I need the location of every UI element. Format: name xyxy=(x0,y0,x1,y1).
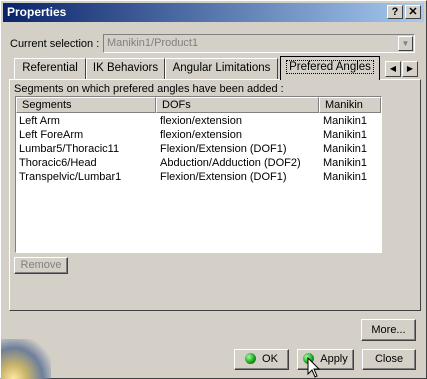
list-header: Segments DOFs Manikin xyxy=(16,97,381,113)
tab-scroll-right-icon[interactable]: ▶ xyxy=(402,61,418,77)
current-selection-label: Current selection : xyxy=(10,38,100,50)
column-header-segments[interactable]: Segments xyxy=(16,97,156,113)
segment-cell: Left Arm xyxy=(19,115,60,127)
dof-cell: flexion/extension xyxy=(160,129,242,141)
properties-dialog: Properties ? ✕ Current selection : Manik… xyxy=(0,0,427,379)
apply-label: Apply xyxy=(320,353,348,365)
apply-button[interactable]: Apply xyxy=(297,349,354,370)
list-row[interactable]: Lumbar5/Thoracic11 Flexion/Extension (DO… xyxy=(16,142,381,156)
tab-scroll-left-icon[interactable]: ◀ xyxy=(385,61,401,77)
manikin-cell: Manikin1 xyxy=(323,115,368,127)
tab-label: IK Behaviors xyxy=(92,62,159,74)
dof-cell: Flexion/Extension (DOF1) xyxy=(160,171,287,183)
tab-prefered-angles[interactable]: Prefered Angles xyxy=(280,56,380,80)
segment-cell: Lumbar5/Thoracic11 xyxy=(19,143,120,155)
ok-button[interactable]: OK xyxy=(234,349,289,370)
chevron-down-icon[interactable]: ▼ xyxy=(398,36,413,51)
tab-label: Referential xyxy=(22,62,78,74)
remove-button[interactable]: Remove xyxy=(14,257,68,274)
list-row[interactable]: Left ForeArm flexion/extension Manikin1 xyxy=(16,128,381,142)
title-bar[interactable]: Properties ? ✕ xyxy=(3,3,424,22)
segment-cell: Transpelvic/Lumbar1 xyxy=(19,171,122,183)
ok-label: OK xyxy=(262,353,278,365)
dof-cell: flexion/extension xyxy=(160,115,242,127)
column-header-manikin[interactable]: Manikin xyxy=(319,97,381,113)
segments-label: Segments on which prefered angles have b… xyxy=(14,83,284,95)
segments-list[interactable]: Segments DOFs Manikin Left Arm flexion/e… xyxy=(15,96,382,253)
manikin-cell: Manikin1 xyxy=(323,157,368,169)
current-selection-combo[interactable]: Manikin1/Product1 ▼ xyxy=(103,34,415,53)
close-button[interactable]: Close xyxy=(362,349,416,370)
list-row[interactable]: Transpelvic/Lumbar1 Flexion/Extension (D… xyxy=(16,170,381,184)
current-selection-value: Manikin1/Product1 xyxy=(107,37,199,49)
ok-status-icon xyxy=(245,353,257,364)
mouse-pointer-icon xyxy=(307,357,321,378)
segment-cell: Left ForeArm xyxy=(19,129,84,141)
list-row[interactable]: Left Arm flexion/extension Manikin1 xyxy=(16,114,381,128)
help-button[interactable]: ? xyxy=(387,5,403,19)
manikin-cell: Manikin1 xyxy=(323,143,368,155)
dof-cell: Abduction/Adduction (DOF2) xyxy=(160,157,301,169)
list-row[interactable]: Thoracic6/Head Abduction/Adduction (DOF2… xyxy=(16,156,381,170)
decorative-glow-image xyxy=(1,339,51,379)
column-header-dofs[interactable]: DOFs xyxy=(156,97,319,113)
tab-label: Prefered Angles xyxy=(286,60,374,74)
close-icon[interactable]: ✕ xyxy=(405,5,421,19)
window-title: Properties xyxy=(7,5,67,19)
tab-referential[interactable]: Referential xyxy=(14,58,86,79)
tab-angular-limitations[interactable]: Angular Limitations xyxy=(165,58,278,79)
manikin-cell: Manikin1 xyxy=(323,171,368,183)
segment-cell: Thoracic6/Head xyxy=(19,157,97,169)
tab-ik-behaviors[interactable]: IK Behaviors xyxy=(86,58,165,79)
more-button[interactable]: More... xyxy=(361,319,416,341)
tab-label: Angular Limitations xyxy=(172,62,271,74)
manikin-cell: Manikin1 xyxy=(323,129,368,141)
dof-cell: Flexion/Extension (DOF1) xyxy=(160,143,287,155)
